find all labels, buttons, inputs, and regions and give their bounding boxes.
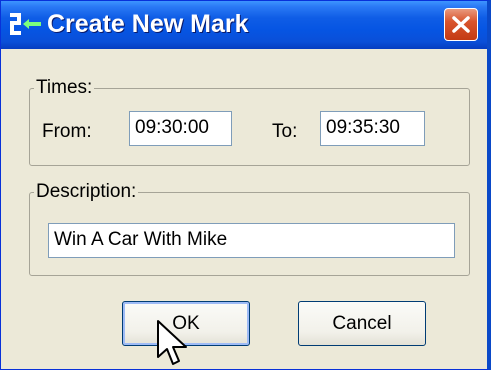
from-label: From: xyxy=(42,121,92,142)
cancel-button[interactable]: Cancel xyxy=(298,301,426,346)
times-legend: Times: xyxy=(34,77,95,99)
description-legend: Description: xyxy=(34,181,139,203)
mark-app-icon xyxy=(9,11,43,37)
from-time-field[interactable]: 09:30:00 xyxy=(129,111,232,146)
window-title: Create New Mark xyxy=(47,10,249,38)
close-button[interactable] xyxy=(444,8,478,41)
mouse-pointer-icon xyxy=(157,320,187,365)
title-bar[interactable]: Create New Mark xyxy=(1,1,487,49)
description-field[interactable]: Win A Car With Mike xyxy=(48,223,455,258)
to-label: To: xyxy=(272,121,298,142)
create-new-mark-dialog: Create New Mark Times: From: 09:30:00 To… xyxy=(0,0,491,370)
to-time-field[interactable]: 09:35:30 xyxy=(320,111,425,146)
close-icon xyxy=(452,16,470,33)
cancel-button-label: Cancel xyxy=(332,312,392,334)
